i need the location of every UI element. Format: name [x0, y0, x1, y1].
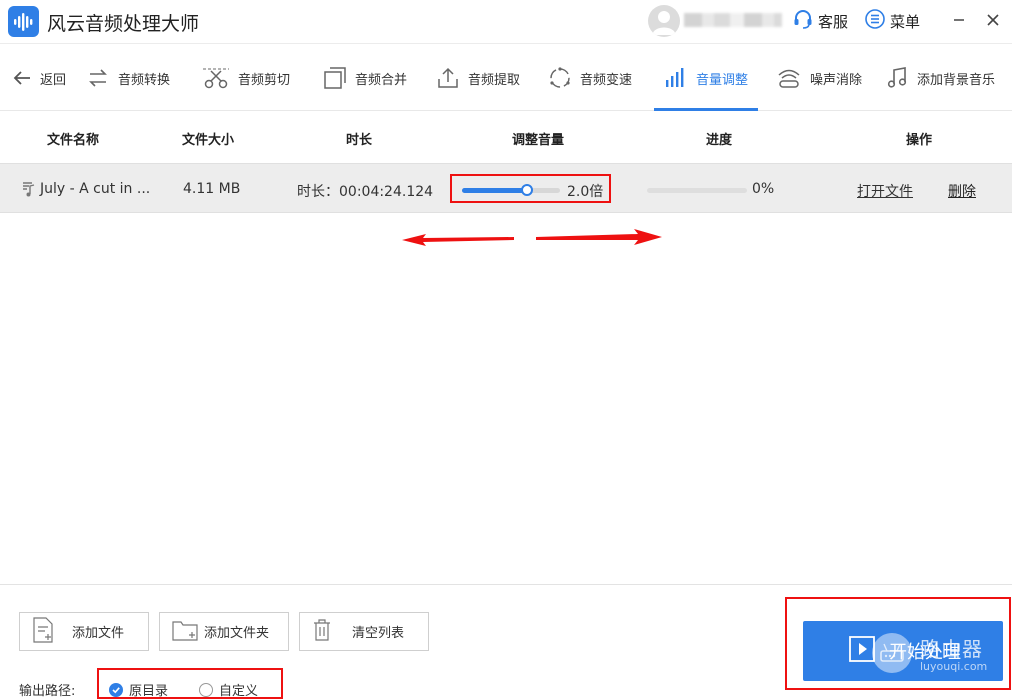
headset-icon [792, 8, 814, 34]
arrow-left-icon [12, 68, 32, 88]
music-note-icon [885, 66, 909, 90]
add-file-label: 添加文件 [72, 626, 125, 641]
volume-bars-icon [664, 66, 688, 90]
back-label: 返回 [40, 72, 67, 88]
minimize-button[interactable] [946, 8, 972, 34]
menu-button[interactable]: 菜单 [864, 8, 921, 34]
customer-service-label: 客服 [818, 12, 849, 31]
add-file-icon [32, 616, 54, 647]
progress-value: 0% [752, 181, 775, 197]
file-name: July - A cut in ... [40, 181, 151, 197]
header-volume: 调整音量 [512, 133, 565, 148]
tool-audio-extract[interactable]: 音频提取 [436, 45, 520, 111]
annotation-arrows [402, 229, 662, 246]
header-file-size: 文件大小 [182, 133, 235, 148]
tool-noise-reduction[interactable]: 噪声消除 [776, 45, 862, 111]
username-blurred [684, 13, 782, 27]
swap-arrows-icon [86, 66, 110, 90]
progress-bar [647, 188, 747, 193]
tool-audio-speed[interactable]: 音频变速 [548, 45, 632, 111]
merge-squares-icon [323, 66, 347, 90]
noise-wave-icon [776, 66, 802, 90]
app-logo-icon [8, 6, 39, 37]
upload-tray-icon [436, 66, 460, 90]
tool-audio-merge[interactable]: 音频合并 [323, 45, 407, 111]
title-bar: 风云音频处理大师 客服 菜单 [0, 0, 1012, 44]
music-file-icon [20, 180, 36, 202]
add-folder-button[interactable]: 添加文件夹 [159, 612, 289, 651]
clear-list-button[interactable]: 清空列表 [299, 612, 429, 651]
tool-label: 音频转换 [118, 72, 171, 88]
open-file-link[interactable]: 打开文件 [857, 181, 913, 201]
tool-add-background-music[interactable]: 添加背景音乐 [885, 45, 995, 111]
output-path-label: 输出路径: [19, 684, 76, 699]
avatar[interactable] [648, 5, 680, 37]
tool-label: 噪声消除 [810, 72, 863, 88]
header-actions: 操作 [906, 133, 933, 148]
tool-volume-adjust[interactable]: 音量调整 [653, 45, 759, 111]
arrow-right-annotation [536, 229, 662, 245]
tool-label: 音频合并 [355, 72, 408, 88]
menu-list-icon [864, 8, 886, 34]
tool-label: 音频剪切 [238, 72, 291, 88]
clear-list-label: 清空列表 [352, 626, 405, 641]
annotation-box-output-path [97, 668, 283, 699]
minimize-icon [952, 12, 966, 31]
file-duration: 时长：00:04:24.124 [297, 184, 434, 200]
scissors-icon [202, 66, 230, 90]
tool-label: 音频提取 [468, 72, 521, 88]
header-duration: 时长 [346, 133, 373, 148]
tool-label: 音量调整 [696, 72, 749, 88]
file-table-header: 文件名称 文件大小 时长 调整音量 进度 操作 [0, 112, 1012, 162]
app-title: 风云音频处理大师 [47, 13, 200, 35]
feature-toolbar: 返回 音频转换 音频剪切 音频合并 音频提取 音频变速 音量调整 噪声消除 添加… [0, 45, 1012, 111]
annotation-box-volume [450, 174, 611, 203]
arrow-left-annotation [402, 234, 514, 246]
add-folder-icon [172, 619, 198, 645]
annotation-box-start [785, 597, 1011, 690]
back-button[interactable]: 返回 [12, 45, 66, 111]
add-file-button[interactable]: 添加文件 [19, 612, 149, 651]
close-button[interactable] [980, 8, 1006, 34]
header-progress: 进度 [706, 133, 733, 148]
bottom-divider [0, 584, 1012, 585]
close-icon [986, 12, 1000, 31]
menu-label: 菜单 [890, 12, 921, 31]
tool-label: 音频变速 [580, 72, 633, 88]
file-size: 4.11 MB [183, 181, 241, 197]
customer-service-button[interactable]: 客服 [792, 10, 848, 32]
delete-link[interactable]: 删除 [948, 181, 976, 201]
trash-icon [312, 618, 332, 646]
tool-audio-convert[interactable]: 音频转换 [86, 45, 170, 111]
header-file-name: 文件名称 [47, 133, 100, 148]
speed-circle-icon [548, 66, 572, 90]
tool-label: 添加背景音乐 [917, 72, 996, 88]
tool-audio-cut[interactable]: 音频剪切 [202, 45, 290, 111]
add-folder-label: 添加文件夹 [204, 626, 270, 641]
